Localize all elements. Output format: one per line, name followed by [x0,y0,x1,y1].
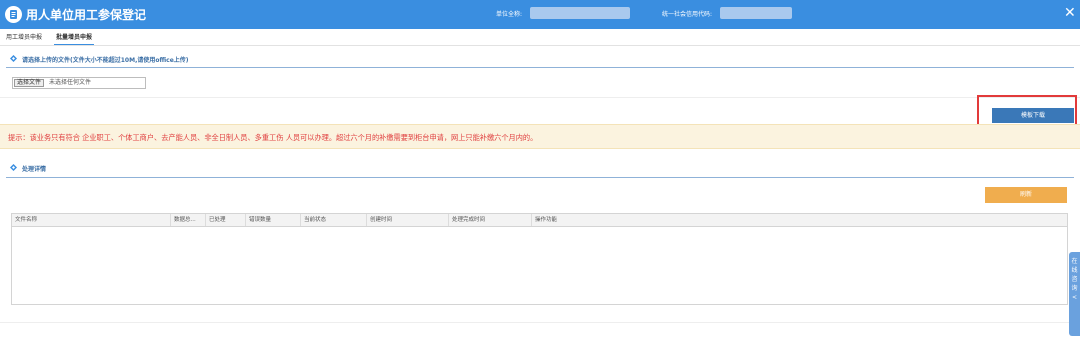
tab-bar: 用工增员申报 批量增员申报 [0,33,1080,45]
document-icon [5,6,22,23]
side-tab-char: 咨 [1071,276,1078,283]
divider [0,97,1080,98]
notice-text: 提示：该业务只有符合 企业职工、个体工商户、去产能人员、非全日制人员、多重工伤 … [8,133,538,142]
choose-file-button[interactable]: 选择文件 [14,79,45,87]
upload-section-title: 请选择上传的文件(文件大小不能超过10M,请使用office上传) [22,57,189,64]
tab-batch-add[interactable]: 批量增员申报 [54,33,95,45]
diamond-icon [10,55,17,62]
processing-table: 文件名称 数据总... 已处理 错误数量 当前状态 创建时间 处理完成时间 操作… [11,213,1068,305]
column-current-status[interactable]: 当前状态 [301,214,367,226]
section-divider [6,67,1074,68]
details-section-title: 处理详情 [22,166,47,173]
notice-banner: 提示：该业务只有符合 企业职工、个体工商户、去产能人员、非全日制人员、多重工伤 … [0,124,1080,149]
online-consult-tab[interactable]: 在 线 咨 询 < [1069,252,1080,336]
diamond-icon [10,164,17,171]
close-icon[interactable]: ✕ [1064,5,1076,21]
tab-divider [0,45,1080,46]
chevron-left-icon: < [1071,294,1078,301]
column-processed[interactable]: 已处理 [206,214,246,226]
column-data-total[interactable]: 数据总... [171,214,206,226]
column-completed-time[interactable]: 处理完成时间 [449,214,532,226]
column-error-count[interactable]: 错误数量 [246,214,301,226]
side-tab-char: 询 [1071,285,1078,292]
column-file-name[interactable]: 文件名称 [12,214,171,226]
column-actions[interactable]: 操作功能 [532,214,1067,226]
credit-code-label: 统一社会信用代码: [662,11,713,18]
side-tab-char: 线 [1071,267,1078,274]
section-divider [6,177,1074,178]
refresh-button[interactable]: 刷新 [985,187,1067,203]
template-download-button[interactable]: 模板下载 [992,108,1074,123]
credit-code-redacted [720,7,792,19]
tab-single-add[interactable]: 用工增员申报 [6,33,42,45]
file-status-text: 未选择任何文件 [49,79,92,86]
bottom-divider [0,322,1069,323]
org-name-redacted [530,7,630,19]
org-name-label: 单位全称: [496,11,523,18]
page-title: 用人单位用工参保登记 [26,8,147,22]
column-created-time[interactable]: 创建时间 [367,214,449,226]
app-header: 用人单位用工参保登记 单位全称: 统一社会信用代码: ✕ [0,0,1080,29]
table-header: 文件名称 数据总... 已处理 错误数量 当前状态 创建时间 处理完成时间 操作… [12,214,1067,227]
side-tab-char: 在 [1071,258,1078,265]
file-upload-field[interactable]: 选择文件 未选择任何文件 [12,77,146,89]
